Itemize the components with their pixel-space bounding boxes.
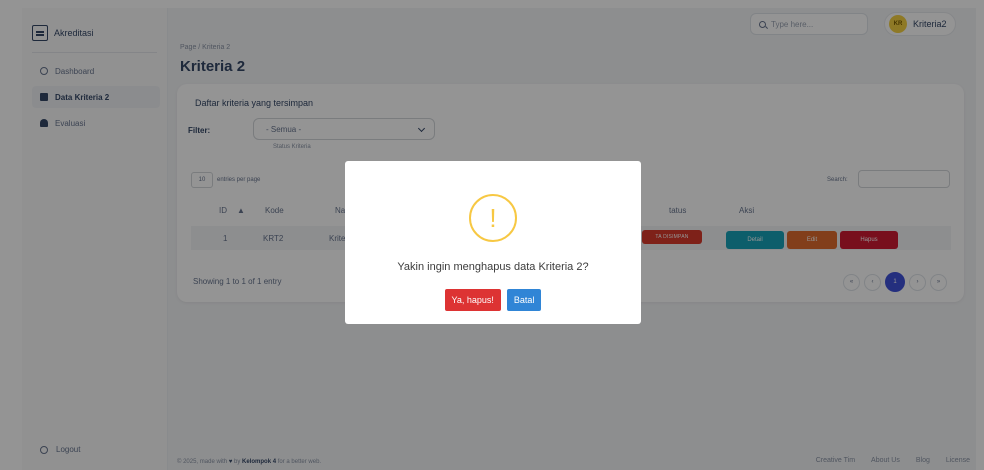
- confirm-delete-dialog: ! Yakin ingin menghapus data Kriteria 2?…: [345, 161, 641, 324]
- cancel-button[interactable]: Batal: [506, 289, 542, 311]
- dialog-actions: Ya, hapus! Batal: [345, 289, 641, 311]
- warning-icon: !: [469, 194, 517, 242]
- dialog-message: Yakin ingin menghapus data Kriteria 2?: [397, 261, 589, 273]
- confirm-delete-button[interactable]: Ya, hapus!: [444, 289, 501, 311]
